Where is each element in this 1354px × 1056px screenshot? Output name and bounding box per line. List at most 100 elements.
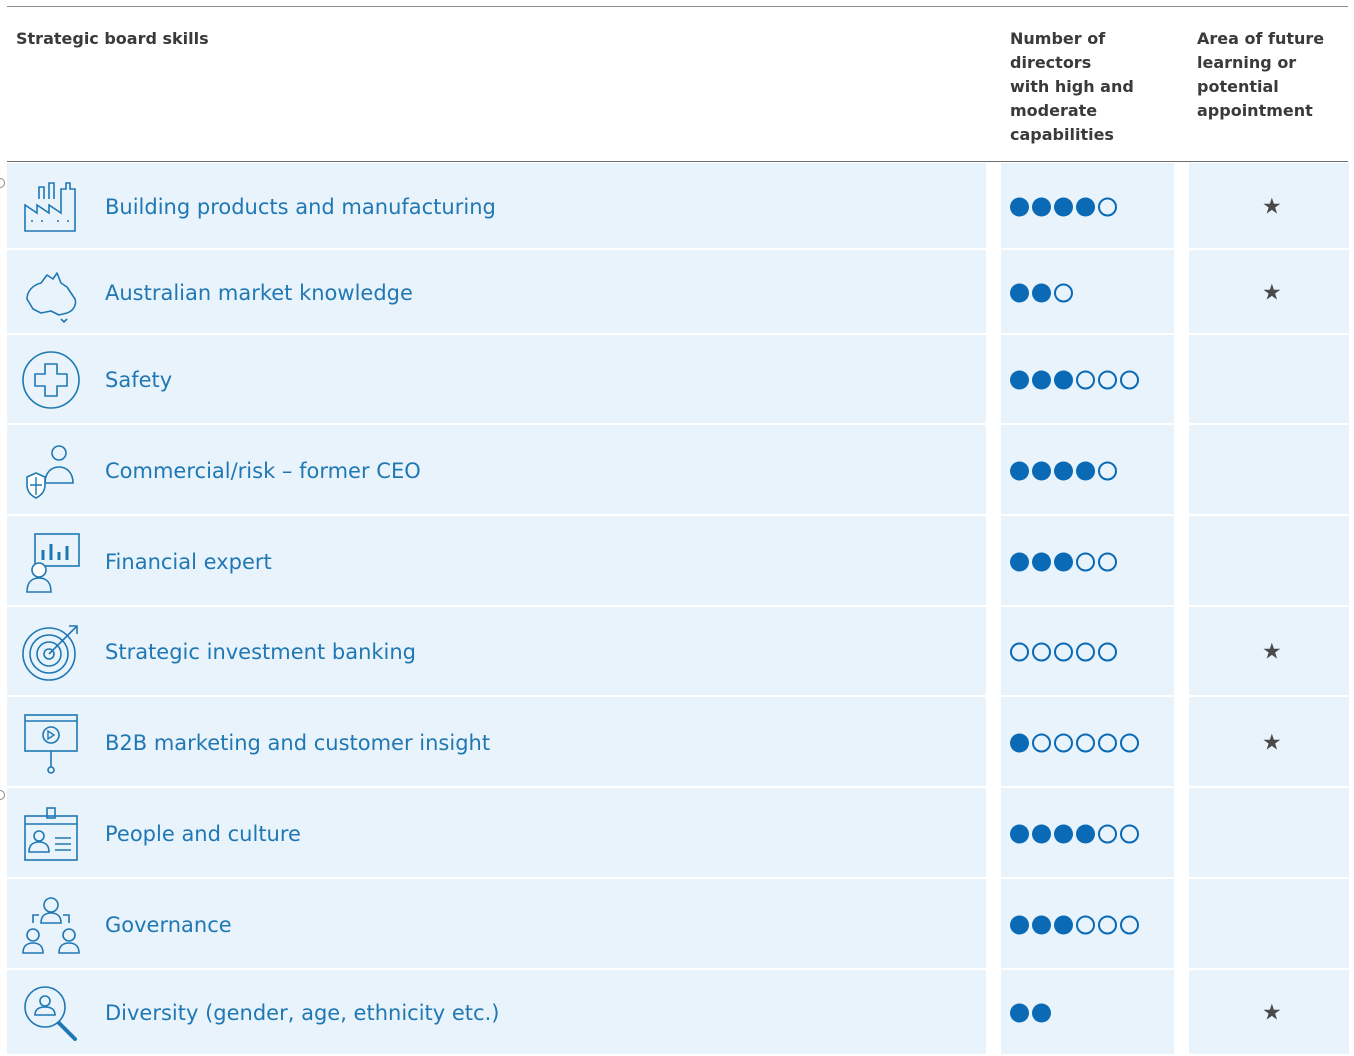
future-learning-star-icon: ★ (1262, 730, 1282, 755)
moderate-capability-dot (1076, 370, 1095, 390)
high-capability-dot (1032, 824, 1051, 843)
capability-dots (1010, 197, 1117, 216)
moderate-capability-dot (1054, 642, 1073, 662)
capability-dots (1010, 733, 1139, 752)
header-rule (7, 161, 1348, 162)
capability-dots (1010, 552, 1117, 571)
skill-label: Australian market knowledge (105, 280, 413, 305)
skill-label: Building products and manufacturing (105, 194, 496, 219)
moderate-capability-dot (1098, 370, 1117, 390)
high-capability-dot (1054, 915, 1073, 934)
moderate-capability-dot (1054, 283, 1073, 302)
skill-row: Diversity (gender, age, ethnicity etc.) ★ (7, 970, 1349, 1056)
skill-label: Financial expert (105, 549, 272, 574)
header-director-count: Number of directors with high and modera… (1010, 29, 1134, 144)
high-capability-dot (1010, 461, 1029, 480)
high-capability-dot (1076, 461, 1095, 480)
australia-map-icon (19, 261, 83, 325)
high-capability-dot (1010, 733, 1029, 752)
moderate-capability-dot (1054, 733, 1073, 752)
high-capability-dot (1076, 197, 1095, 216)
moderate-capability-dot (1120, 915, 1139, 934)
skill-row: Safety (7, 335, 1349, 425)
skill-row: Strategic investment banking ★ (7, 607, 1349, 697)
skill-label: Governance (105, 912, 232, 937)
moderate-capability-dot (1076, 642, 1095, 662)
id-badge-icon (19, 802, 83, 866)
high-capability-dot (1032, 197, 1051, 216)
moderate-capability-dot (1120, 733, 1139, 752)
target-icon (19, 620, 83, 684)
skill-label: Commercial/risk – former CEO (105, 458, 421, 483)
skill-row: Commercial/risk – former CEO (7, 425, 1349, 516)
presenter-chart-icon (19, 530, 83, 594)
high-capability-dot (1010, 370, 1029, 390)
presentation-screen-icon (19, 711, 83, 775)
top-rule (7, 6, 1348, 7)
moderate-capability-dot (1120, 370, 1139, 390)
skill-label: Strategic investment banking (105, 640, 417, 664)
skill-row: B2B marketing and customer insight ★ (7, 697, 1349, 788)
moderate-capability-dot (1098, 552, 1117, 571)
moderate-capability-dot (1098, 915, 1117, 934)
header-future-learning: Area of future learning or potential app… (1197, 29, 1325, 120)
moderate-capability-dot (1076, 733, 1095, 752)
moderate-capability-dot (1098, 461, 1117, 480)
skill-row: Australian market knowledge ★ (7, 250, 1349, 335)
future-learning-star-icon: ★ (1262, 639, 1282, 665)
skill-row: Financial expert (7, 516, 1349, 607)
capability-dots (1010, 915, 1139, 934)
high-capability-dot (1032, 915, 1051, 934)
skill-row: People and culture (7, 788, 1349, 879)
capability-dots (1010, 642, 1117, 662)
high-capability-dot (1010, 915, 1029, 934)
capability-dots (1010, 1003, 1051, 1023)
high-capability-dot (1032, 461, 1051, 480)
capability-dots (1010, 461, 1117, 480)
moderate-capability-dot (1010, 642, 1029, 662)
people-hierarchy-icon (19, 893, 83, 957)
future-learning-star-icon: ★ (1262, 194, 1282, 219)
capability-dots (1010, 824, 1139, 843)
high-capability-dot (1032, 552, 1051, 571)
high-capability-dot (1054, 197, 1073, 216)
moderate-capability-dot (1032, 642, 1051, 662)
high-capability-dot (1010, 1003, 1029, 1023)
medical-cross-icon (19, 348, 83, 412)
high-capability-dot (1076, 824, 1095, 843)
moderate-capability-dot (1098, 197, 1117, 216)
high-capability-dot (1010, 283, 1029, 302)
edge-marker (0, 178, 5, 188)
skill-row: Building products and manufacturing ★ (7, 163, 1349, 250)
moderate-capability-dot (1076, 915, 1095, 934)
skill-row: Governance (7, 879, 1349, 970)
capability-dots (1010, 370, 1139, 390)
skill-label: People and culture (105, 821, 301, 846)
moderate-capability-dot (1120, 824, 1139, 843)
high-capability-dot (1010, 552, 1029, 571)
moderate-capability-dot (1098, 642, 1117, 662)
moderate-capability-dot (1076, 552, 1095, 571)
skill-label: Diversity (gender, age, ethnicity etc.) (105, 1001, 500, 1025)
header-skills: Strategic board skills (16, 29, 209, 48)
moderate-capability-dot (1098, 733, 1117, 752)
shield-person-icon (19, 439, 83, 503)
edge-marker (0, 790, 5, 800)
high-capability-dot (1054, 552, 1073, 571)
high-capability-dot (1054, 461, 1073, 480)
capability-dots (1010, 283, 1073, 302)
high-capability-dot (1054, 824, 1073, 843)
high-capability-dot (1032, 370, 1051, 390)
high-capability-dot (1054, 370, 1073, 390)
factory-icon (19, 175, 83, 239)
skill-label: Safety (105, 368, 173, 392)
high-capability-dot (1010, 197, 1029, 216)
high-capability-dot (1032, 283, 1051, 302)
skill-label: B2B marketing and customer insight (105, 730, 491, 755)
moderate-capability-dot (1098, 824, 1117, 843)
moderate-capability-dot (1032, 733, 1051, 752)
high-capability-dot (1032, 1003, 1051, 1023)
high-capability-dot (1010, 824, 1029, 843)
person-search-icon (19, 981, 83, 1045)
future-learning-star-icon: ★ (1262, 280, 1282, 305)
